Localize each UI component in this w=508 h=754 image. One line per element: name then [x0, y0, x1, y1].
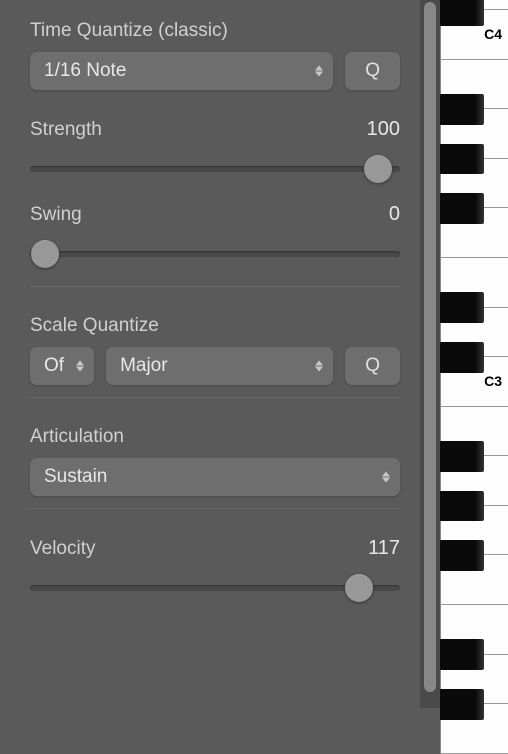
swing-slider-thumb[interactable]: [31, 240, 59, 268]
swing-label: Swing: [30, 204, 82, 226]
swing-section: Swing 0: [30, 203, 400, 287]
velocity-value[interactable]: 117: [368, 537, 400, 560]
time-quantize-q-button[interactable]: Q: [345, 52, 400, 90]
strength-label: Strength: [30, 119, 102, 141]
swing-slider[interactable]: [30, 234, 400, 274]
strength-value[interactable]: 100: [367, 118, 400, 141]
piano-key-label-c4: C4: [484, 26, 502, 42]
articulation-dropdown[interactable]: Sustain: [30, 458, 400, 496]
piano-keyboard[interactable]: C4 C3: [440, 0, 508, 708]
velocity-section: Velocity 117: [30, 525, 400, 620]
scale-quantize-q-button[interactable]: Q: [345, 347, 400, 385]
piano-black-key[interactable]: [440, 689, 484, 720]
strength-section: Strength 100: [30, 118, 400, 189]
velocity-label: Velocity: [30, 538, 95, 560]
time-quantize-label: Time Quantize (classic): [30, 20, 400, 42]
piano-black-key[interactable]: [440, 441, 484, 472]
articulation-label: Articulation: [30, 426, 400, 448]
piano-key-label-c3: C3: [484, 373, 502, 389]
strength-slider[interactable]: [30, 149, 400, 189]
piano-black-key[interactable]: [440, 540, 484, 571]
piano-black-key[interactable]: [440, 94, 484, 125]
piano-black-key[interactable]: [440, 144, 484, 175]
velocity-slider[interactable]: [30, 568, 400, 608]
time-quantize-controls: 1/16 Note Q: [30, 52, 400, 90]
strength-slider-thumb[interactable]: [364, 155, 392, 183]
velocity-slider-thumb[interactable]: [345, 574, 373, 602]
time-quantize-section: Time Quantize (classic) 1/16 Note Q: [30, 20, 400, 102]
piano-black-key[interactable]: [440, 342, 484, 373]
scale-type-dropdown[interactable]: Major: [106, 347, 333, 385]
scrollbar-thumb[interactable]: [424, 2, 436, 692]
time-quantize-dropdown[interactable]: 1/16 Note: [30, 52, 333, 90]
piano-black-key[interactable]: [440, 193, 484, 224]
piano-black-key[interactable]: [440, 639, 484, 670]
articulation-section: Articulation Sustain: [30, 414, 400, 509]
inspector-panel: Time Quantize (classic) 1/16 Note Q Stre…: [0, 0, 420, 708]
piano-black-key[interactable]: [440, 491, 484, 522]
swing-value[interactable]: 0: [389, 203, 400, 226]
scale-root-dropdown[interactable]: Of: [30, 347, 94, 385]
vertical-scrollbar[interactable]: [420, 0, 440, 708]
piano-black-key[interactable]: [440, 0, 484, 26]
piano-black-key[interactable]: [440, 292, 484, 323]
scale-quantize-section: Scale Quantize Of Major Q: [30, 303, 400, 398]
scale-quantize-label: Scale Quantize: [30, 315, 400, 337]
